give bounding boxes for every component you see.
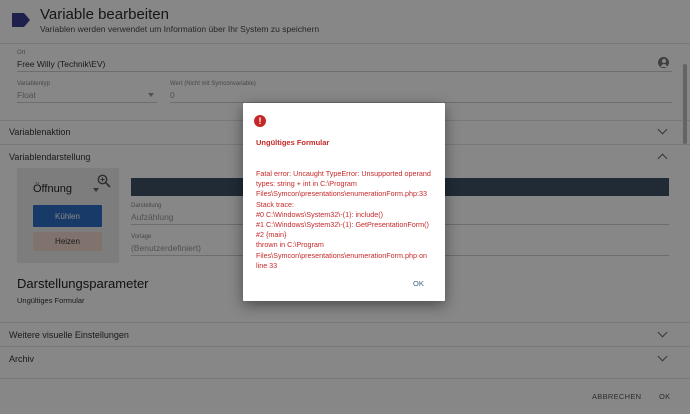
dialog-ok-button[interactable]: OK <box>413 279 424 288</box>
error-icon: ! <box>254 115 266 127</box>
error-dialog: ! Ungültiges Formular Fatal error: Uncau… <box>243 103 445 301</box>
error-title: Ungültiges Formular <box>256 138 330 147</box>
error-message: Fatal error: Uncaught TypeError: Unsuppo… <box>256 169 431 270</box>
